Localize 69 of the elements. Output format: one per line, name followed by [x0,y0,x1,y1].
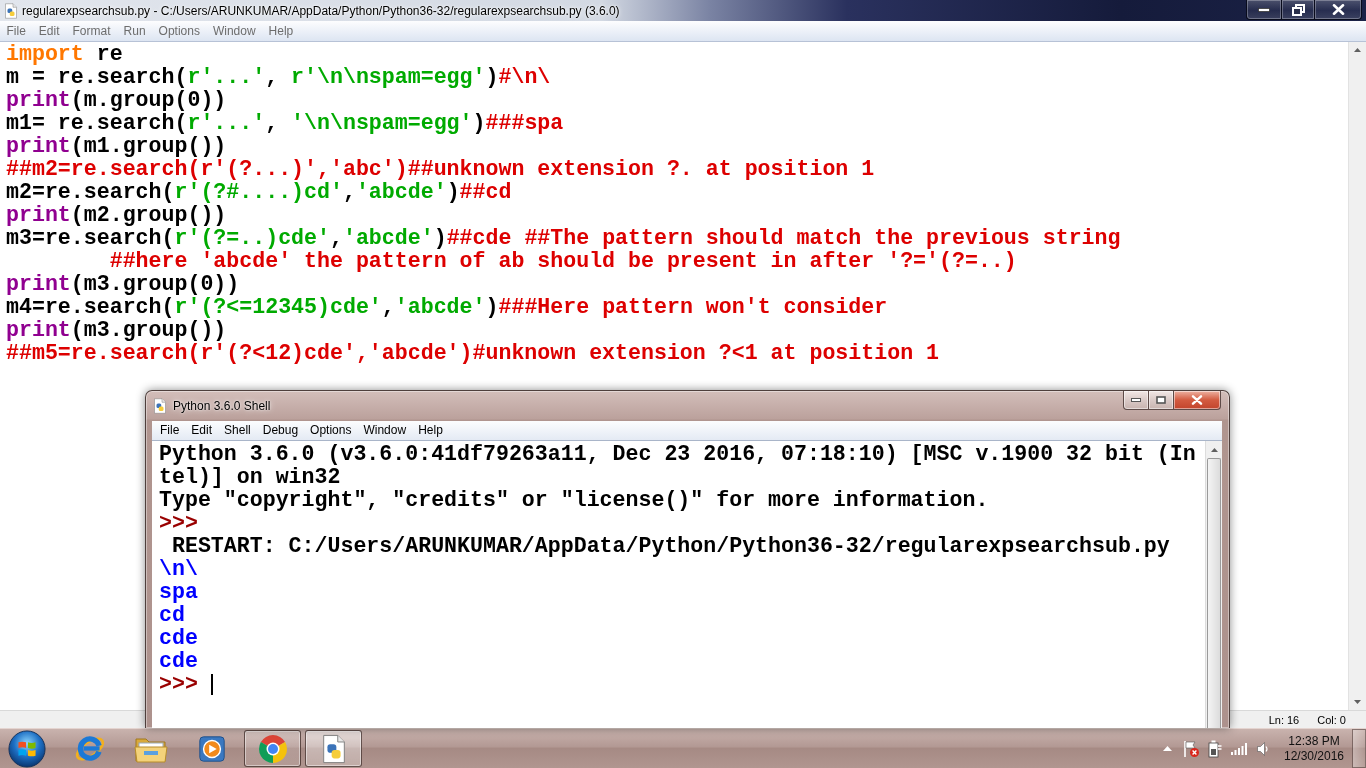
shell-line: spa [159,581,198,604]
column-indicator: Col: 0 [1317,713,1346,726]
minimize-icon [1131,398,1141,402]
shell-line: >>> [159,673,198,696]
shell-line: >>> [159,512,198,535]
signal-bars-icon[interactable] [1231,742,1247,755]
code-line: print(m3.group(0)) [6,273,240,296]
speaker-icon[interactable] [1257,741,1269,756]
minimize-icon [1258,7,1270,12]
caret-up-icon[interactable] [1354,48,1361,52]
menu-item[interactable]: Edit [185,422,219,439]
taskbar-button[interactable] [244,730,301,767]
scrollbar-thumb[interactable] [1207,458,1221,728]
code-line: print(m3.group()) [6,319,227,342]
shell-line: cd [159,604,185,627]
menu-item[interactable]: Debug [256,422,305,439]
maximize-icon [1156,396,1166,404]
clock[interactable]: 12:38 PM 12/30/2016 [1281,730,1347,767]
show-desktop-button[interactable] [1352,729,1366,768]
caret-up-icon[interactable] [1210,447,1218,452]
code-line: m1= re.search(r'...', '\n\nspam=egg')###spa [6,112,564,135]
menu-item[interactable]: Shell [218,422,257,439]
caret-down-icon[interactable] [1354,700,1361,704]
close-icon [1191,395,1203,405]
menu-item[interactable]: File [154,422,186,439]
shell-line: cde [159,650,198,673]
code-line: m3=re.search(r'(?=..)cde','abcde')##cde ##The pattern should match the previous string [6,227,1121,250]
page-logo-icon [152,398,168,414]
close-button[interactable] [1315,0,1362,20]
caret-up-icon[interactable] [1162,746,1172,751]
shell-line: cde [159,627,198,650]
code-line: m = re.search(r'...', r'\n\nspam=egg')#\n\ [6,66,551,89]
menu-item[interactable]: Options [304,422,358,439]
close-icon [1331,4,1345,15]
play-icon [196,733,227,764]
code-line: print(m2.group()) [6,204,227,227]
scrollbar[interactable] [1205,441,1222,728]
flag-icon[interactable] [1182,739,1200,758]
window-title: regularexpsearchsub.py - C:/Users/ARUNKUMAR/AppData/Python/Python36-32/regularexpsearchsub.py (3.6.0) [22,3,620,18]
close-button[interactable] [1174,391,1221,410]
code-line: ##m2=re.search(r'(?...)','abc')##unknown extension ?. at position 1 [6,158,875,181]
shell-line: Python 3.6.0 (v3.6.0:41df79263a11, Dec 23 2016, 07:18:10) [MSC v.1900 32 bit (In [159,443,1196,466]
code-line: ##here 'abcde' the pattern of ab should be present in after '?='(?=..) [108,250,1017,273]
taskbar-button[interactable] [305,730,362,767]
shell-line: \n\ [159,558,198,581]
code-line: ##m5=re.search(r'(?<12)cde','abcde')#unknown extension ?<1 at position 1 [6,342,939,365]
battery-icon[interactable] [1208,739,1222,758]
circle-logo-icon [257,733,288,764]
code-line: print(m1.group()) [6,135,227,158]
text-cursor [210,674,213,695]
code-line: import re [6,43,123,66]
code-line: print(m.group(0)) [6,89,227,112]
menu-item[interactable]: Help [412,422,449,439]
window-title: Python 3.6.0 Shell [173,399,271,413]
shell-line: Type "copyright", "credits" or "license()" for more information. [159,489,989,512]
maximize-button[interactable] [1149,391,1174,410]
restore-icon [1291,3,1305,16]
menu-item[interactable]: Window [357,422,413,439]
restore-button[interactable] [1282,0,1315,20]
start-orb-icon [8,729,46,768]
scrollbar[interactable] [1348,42,1366,710]
code-line: m2=re.search(r'(?#....)cd','abcde')##cd [6,181,512,204]
shell-line: tel)] on win32 [159,466,341,489]
page-logo-icon [3,2,19,19]
code-line: m4=re.search(r'(?<=12345)cde','abcde')###Here pattern won't consider [6,296,888,319]
minimize-button[interactable] [1123,391,1149,410]
shell-line: RESTART: C:/Users/ARUNKUMAR/AppData/Python/Python36-32/regularexpsearchsub.py [170,535,1170,558]
minimize-button[interactable] [1246,0,1282,20]
line-indicator: Ln: 16 [1268,713,1300,726]
